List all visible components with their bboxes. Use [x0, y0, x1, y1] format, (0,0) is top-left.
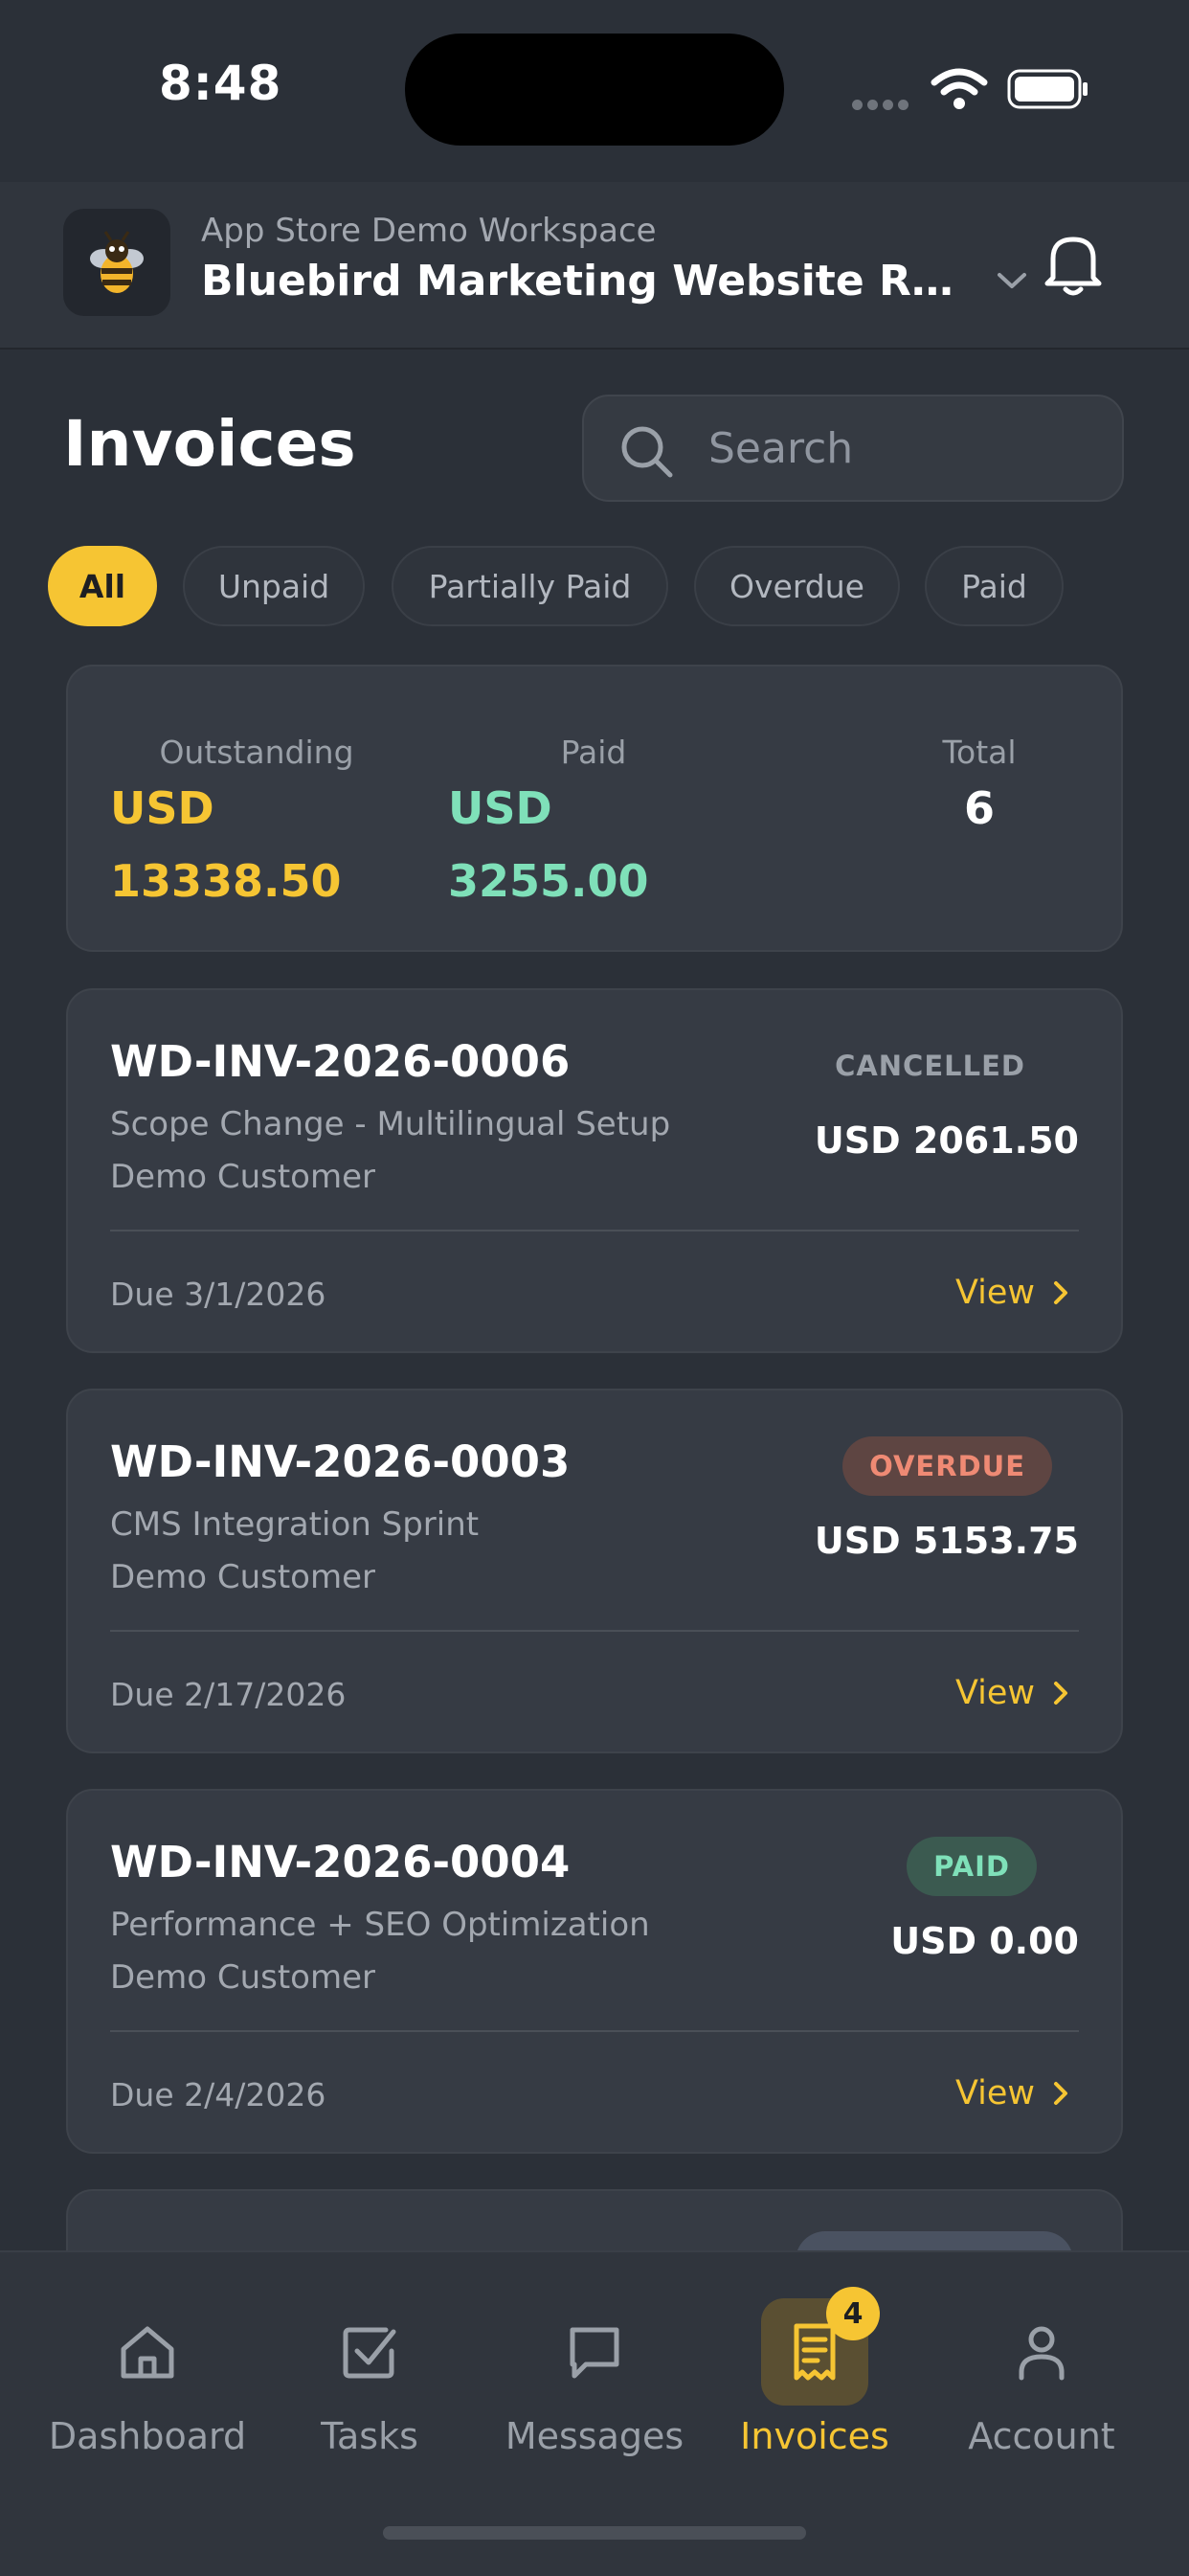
- notification-badge: 4: [826, 2287, 880, 2340]
- tab-account[interactable]: Account: [923, 2298, 1160, 2457]
- paid-label: Paid: [560, 734, 627, 771]
- total-value: 6: [963, 782, 995, 834]
- divider: [110, 1230, 1079, 1232]
- status-badge: PAID: [907, 1837, 1037, 1896]
- home-indicator: [383, 2526, 806, 2540]
- filter-paid[interactable]: Paid: [925, 546, 1064, 626]
- invoice-title: Performance + SEO Optimization: [110, 1906, 650, 1944]
- paid-amount: USD 3255.00: [448, 772, 649, 917]
- bell-icon[interactable]: [1042, 230, 1105, 303]
- search-input[interactable]: [708, 421, 1091, 475]
- paid-currency: USD: [448, 782, 552, 834]
- status-badge: CANCELLED: [835, 1050, 1025, 1082]
- outstanding-amount: USD 13338.50: [110, 772, 342, 917]
- chevron-down-icon[interactable]: [996, 270, 1028, 295]
- status-badge: OVERDUE: [842, 1436, 1052, 1496]
- tab-invoices[interactable]: 4 Invoices: [696, 2287, 933, 2457]
- invoice-customer: Demo Customer: [110, 1158, 375, 1196]
- chevron-right-icon: [1054, 1281, 1067, 1304]
- total-label: Total: [942, 734, 1017, 771]
- search-icon: [618, 423, 676, 485]
- tab-label: Messages: [505, 2415, 684, 2457]
- tab-label: Tasks: [321, 2415, 418, 2457]
- chevron-right-icon: [1054, 2082, 1067, 2105]
- bee-icon[interactable]: [63, 209, 170, 316]
- status-time: 8:48: [159, 56, 282, 111]
- dynamic-island: [405, 34, 784, 146]
- wifi-icon: [931, 67, 988, 115]
- view-label: View: [954, 1674, 1035, 1712]
- tab-tasks[interactable]: Tasks: [251, 2298, 488, 2457]
- filter-overdue[interactable]: Overdue: [694, 546, 900, 626]
- invoice-card[interactable]: WD-INV-2026-0003 CMS Integration Sprint …: [66, 1389, 1123, 1753]
- checkbox-icon: [316, 2298, 423, 2406]
- signal-icon: [852, 96, 913, 114]
- invoice-card[interactable]: WD-INV-2026-0004 Performance + SEO Optim…: [66, 1789, 1123, 2154]
- invoice-number: WD-INV-2026-0003: [110, 1436, 571, 1487]
- home-icon: [94, 2298, 201, 2406]
- tab-label: Dashboard: [48, 2415, 247, 2457]
- view-label: View: [954, 1274, 1035, 1312]
- invoice-amount: USD 2061.50: [814, 1119, 1079, 1162]
- page-title: Invoices: [63, 407, 356, 481]
- invoice-number: WD-INV-2026-0006: [110, 1036, 571, 1087]
- invoice-amount: USD 0.00: [890, 1920, 1079, 1962]
- view-invoice-button[interactable]: View: [955, 1674, 1069, 1712]
- workspace-name: App Store Demo Workspace: [201, 212, 657, 250]
- invoice-amount: USD 5153.75: [814, 1520, 1079, 1562]
- invoice-number: WD-INV-2026-0004: [110, 1837, 571, 1887]
- project-selector[interactable]: Bluebird Marketing Website Redesign: [201, 257, 981, 305]
- summary-card: Outstanding USD 13338.50 Paid USD 3255.0…: [66, 665, 1123, 952]
- tab-dashboard[interactable]: Dashboard: [29, 2298, 266, 2457]
- battery-icon: [1007, 69, 1089, 113]
- divider: [110, 1630, 1079, 1632]
- invoice-title: CMS Integration Sprint: [110, 1505, 480, 1544]
- view-invoice-button[interactable]: View: [955, 1274, 1069, 1312]
- invoice-due-date: Due 3/1/2026: [110, 1276, 326, 1313]
- filter-all[interactable]: All: [48, 546, 157, 626]
- chevron-right-icon: [1054, 1682, 1067, 1705]
- invoice-card[interactable]: WD-INV-2026-0006 Scope Change - Multilin…: [66, 988, 1123, 1353]
- filter-unpaid[interactable]: Unpaid: [183, 546, 365, 626]
- tab-label: Account: [968, 2415, 1115, 2457]
- outstanding-value: 13338.50: [110, 855, 342, 907]
- paid-value: 3255.00: [448, 855, 649, 907]
- chat-icon: [541, 2298, 648, 2406]
- invoice-due-date: Due 2/4/2026: [110, 2076, 326, 2113]
- invoice-icon: 4: [761, 2287, 880, 2406]
- tab-messages[interactable]: Messages: [476, 2298, 713, 2457]
- invoice-customer: Demo Customer: [110, 1558, 375, 1596]
- divider: [110, 2030, 1079, 2032]
- filter-partially-paid[interactable]: Partially Paid: [392, 546, 668, 626]
- invoice-due-date: Due 2/17/2026: [110, 1676, 347, 1713]
- view-invoice-button[interactable]: View: [955, 2074, 1069, 2113]
- invoice-title: Scope Change - Multilingual Setup: [110, 1105, 671, 1143]
- outstanding-label: Outstanding: [159, 734, 354, 771]
- outstanding-currency: USD: [110, 782, 214, 834]
- invoice-customer: Demo Customer: [110, 1958, 375, 1997]
- view-label: View: [954, 2074, 1035, 2113]
- user-icon: [988, 2298, 1095, 2406]
- tab-label: Invoices: [740, 2415, 889, 2457]
- search-bar[interactable]: [582, 395, 1124, 502]
